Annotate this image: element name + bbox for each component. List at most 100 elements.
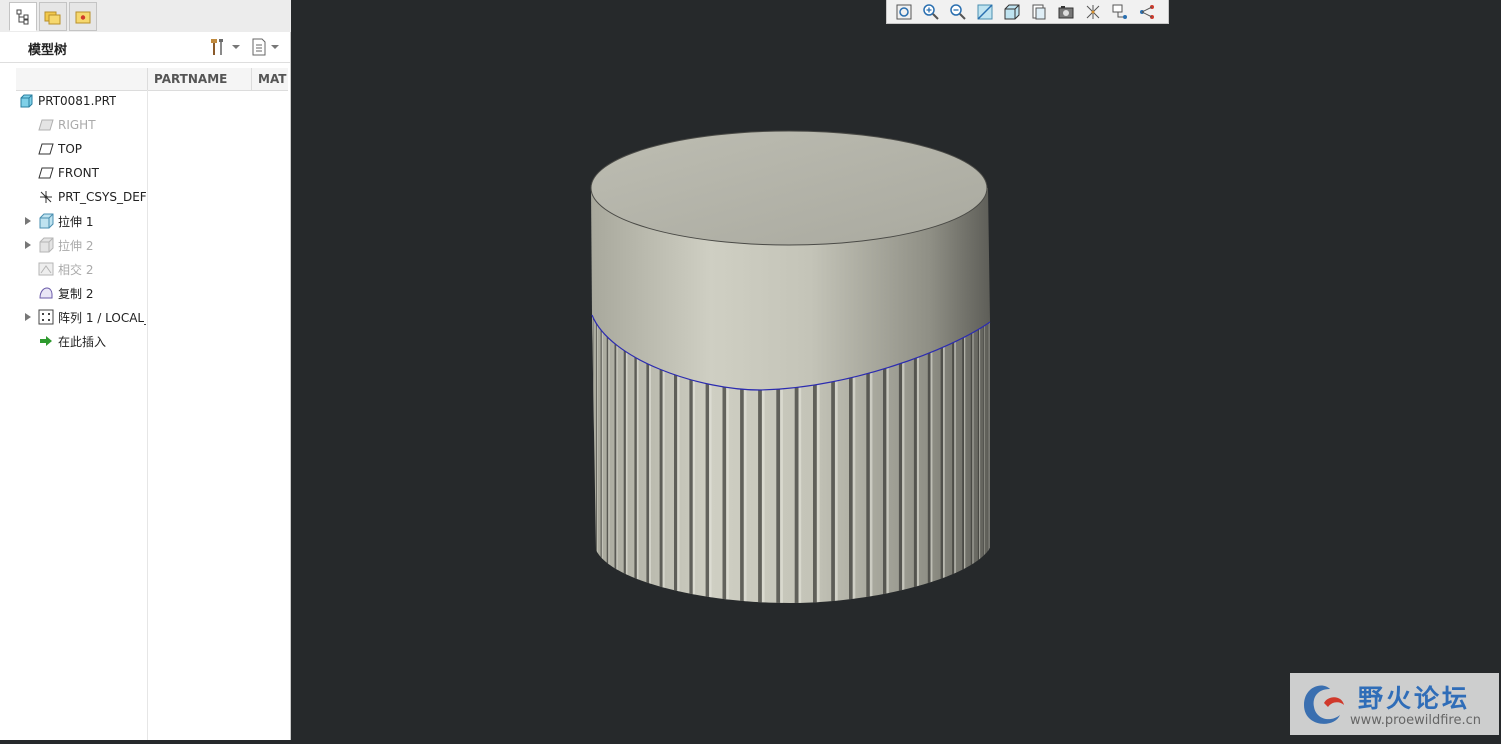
zoom-in-icon <box>922 3 939 20</box>
extrude-icon <box>38 213 54 229</box>
expand-arrow-icon[interactable] <box>25 313 31 321</box>
tree-row-insert-here[interactable]: 在此插入 <box>38 330 106 352</box>
knurl-groove <box>977 315 980 603</box>
favorites-tab[interactable] <box>69 2 97 31</box>
zoom-out-button[interactable] <box>946 2 969 22</box>
knurl-highlight <box>943 315 945 603</box>
tree-row-front[interactable]: FRONT <box>38 162 99 184</box>
knurl-groove <box>952 315 955 603</box>
knurl-highlight <box>964 315 966 603</box>
navigator-tabstrip <box>0 0 291 33</box>
watermark-url: www.proewildfire.cn <box>1350 713 1481 728</box>
tree-row-label: RIGHT <box>58 118 96 132</box>
knurl-groove <box>983 315 985 603</box>
knurl-groove <box>988 315 990 603</box>
tree-row-pattern-1[interactable]: 阵列 1 / LOCAL_ <box>38 306 146 328</box>
knurl-highlight <box>616 315 618 603</box>
watermark-title: 野火论坛 <box>1358 684 1471 713</box>
model-tree-tab[interactable] <box>9 2 37 31</box>
knurl-highlight <box>601 315 603 603</box>
tree-row-intersect-2[interactable]: 相交 2 <box>38 258 93 280</box>
tree-row-label: PRT_CSYS_DEF <box>58 190 146 204</box>
knurl-groove <box>591 300 592 620</box>
zoom-out-icon <box>949 3 966 20</box>
datum-plane-icon <box>38 165 54 181</box>
model-render <box>590 130 991 620</box>
model-tree-panel: 模型树 PARTNAME MAT PRT0081.PRT RIGHT TOP F… <box>0 0 291 740</box>
column-mat[interactable]: MAT <box>251 68 288 90</box>
intersect-icon <box>38 261 54 277</box>
repaint-icon <box>976 3 993 20</box>
expand-arrow-icon[interactable] <box>25 241 31 249</box>
repaint-button[interactable] <box>973 2 996 22</box>
zoom-in-button[interactable] <box>919 2 942 22</box>
insert-here-icon <box>38 333 54 349</box>
column-header: PARTNAME MAT <box>16 68 288 91</box>
datum-display-button[interactable] <box>1081 2 1104 22</box>
graphics-viewport[interactable] <box>292 0 1501 740</box>
knurl-highlight <box>979 315 981 603</box>
knurl-groove <box>970 315 973 603</box>
tree-row-extrude-1[interactable]: 拉伸 1 <box>38 210 93 232</box>
knurl-highlight <box>972 315 974 603</box>
tree-row-label: PRT0081.PRT <box>38 94 117 108</box>
knurl-highlight <box>608 315 610 603</box>
show-button[interactable] <box>251 37 279 57</box>
tree-row-label: TOP <box>58 142 83 156</box>
datum-display-icon <box>1086 4 1099 19</box>
spin-center-button[interactable] <box>1135 2 1158 22</box>
tree-row-label: 复制 2 <box>58 286 94 301</box>
saved-orientations-icon <box>1032 4 1045 19</box>
spin-center-icon <box>1139 4 1154 19</box>
forum-watermark: 野火论坛 www.proewildfire.cn <box>1290 673 1499 735</box>
tree-row-label: 相交 2 <box>58 262 94 277</box>
model-tree-header: 模型树 <box>0 32 290 63</box>
hammer-wrench-icon <box>211 39 223 55</box>
pattern-icon <box>38 309 54 325</box>
refit-icon <box>896 4 911 19</box>
tree-row-top[interactable]: TOP <box>38 138 82 160</box>
tree-row-extrude-2[interactable]: 拉伸 2 <box>38 234 93 256</box>
datum-plane-icon <box>38 117 54 133</box>
knurl-groove <box>600 315 602 603</box>
knurl-groove <box>962 315 965 603</box>
copy-surface-icon <box>38 285 54 301</box>
knurl-groove <box>606 315 609 603</box>
extrude-icon <box>38 237 54 253</box>
knurl-highlight <box>989 315 990 603</box>
tree-row-copy-2[interactable]: 复制 2 <box>38 282 93 304</box>
annotation-display-button[interactable] <box>1108 2 1131 22</box>
tree-row-part[interactable]: PRT0081.PRT <box>18 90 116 112</box>
annotation-display-icon <box>1112 4 1127 19</box>
datum-plane-icon <box>38 141 54 157</box>
forum-logo-icon <box>1304 685 1344 724</box>
top-face <box>590 130 988 246</box>
view-manager-button[interactable] <box>1054 2 1077 22</box>
list-page-icon <box>252 38 266 56</box>
display-style-button[interactable] <box>1000 2 1023 22</box>
csys-icon <box>38 189 54 205</box>
knurl-highlight <box>593 315 595 603</box>
column-partname[interactable]: PARTNAME <box>147 68 251 90</box>
refit-button[interactable] <box>892 2 915 22</box>
folder-browser-icon <box>44 11 61 24</box>
folder-browser-tab[interactable] <box>39 2 67 31</box>
saved-orientations-button[interactable] <box>1027 2 1050 22</box>
knurl-highlight <box>954 315 956 603</box>
tree-row-label: 拉伸 1 <box>58 214 94 229</box>
chevron-down-icon <box>271 45 279 49</box>
tree-row-label: 拉伸 2 <box>58 238 94 253</box>
column-divider <box>147 90 148 740</box>
tree-row-csys[interactable]: PRT_CSYS_DEF <box>38 186 146 208</box>
view-manager-icon <box>1058 5 1073 18</box>
expand-arrow-icon[interactable] <box>25 217 31 225</box>
knurl-highlight <box>984 315 985 603</box>
panel-title: 模型树 <box>28 43 68 58</box>
chevron-down-icon <box>232 45 240 49</box>
knurl-groove <box>596 315 597 603</box>
settings-button[interactable] <box>208 37 240 57</box>
display-style-icon <box>1004 4 1019 19</box>
tree-row-right[interactable]: RIGHT <box>38 114 96 136</box>
knurl-highlight <box>592 315 593 603</box>
tree-row-label: 在此插入 <box>58 334 107 349</box>
